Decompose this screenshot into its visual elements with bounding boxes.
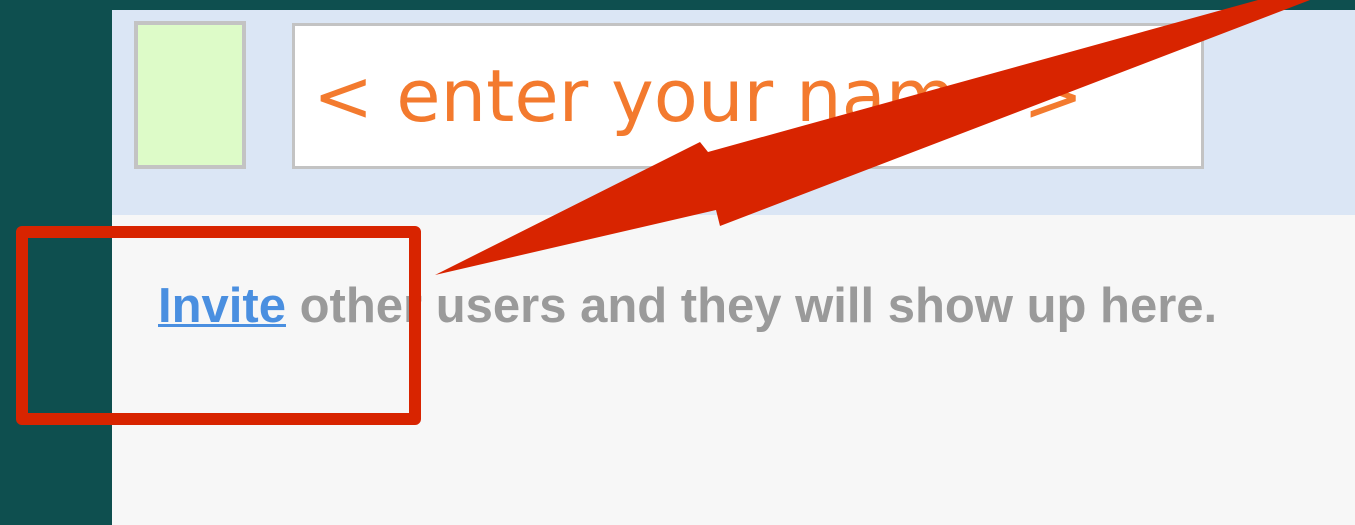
- empty-users-text: other users and they will show up here.: [285, 279, 1218, 333]
- name-input[interactable]: [292, 23, 1204, 169]
- profile-header: [112, 10, 1355, 215]
- user-color-swatch[interactable]: [134, 21, 246, 169]
- annotation-highlight-box: [16, 226, 421, 425]
